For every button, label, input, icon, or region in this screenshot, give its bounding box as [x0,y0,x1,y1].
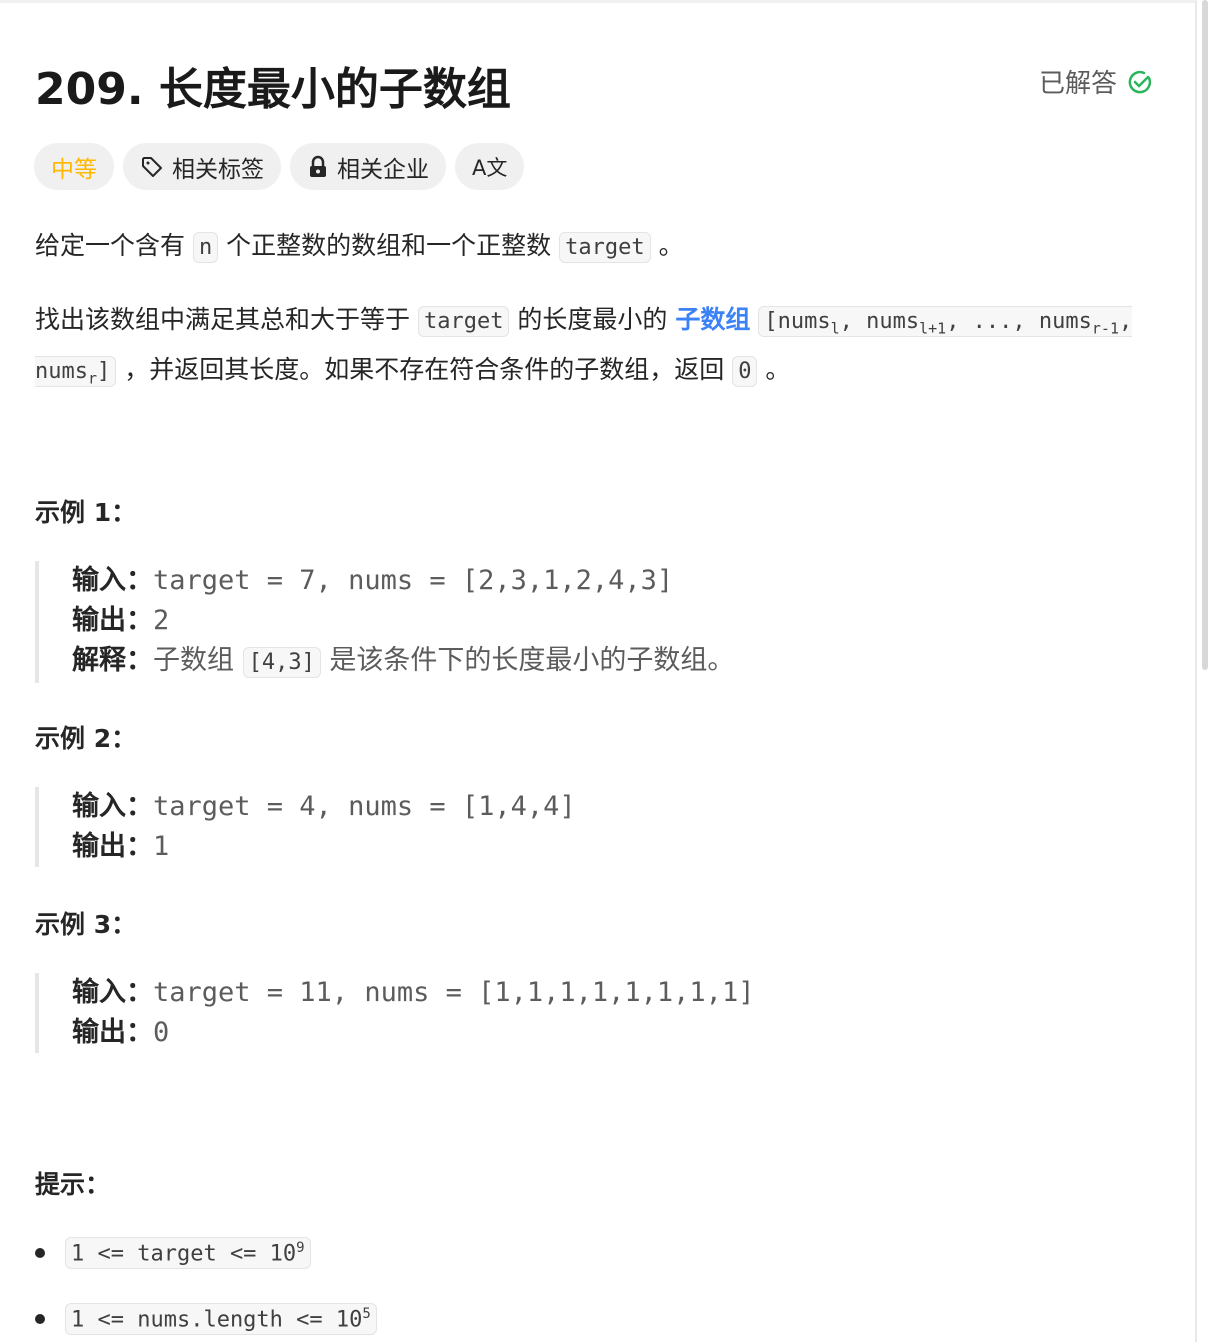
problem-description-panel: 209. 长度最小的子数组 已解答 中等 相关标签 相关企业 A文 给定一个含有… [0,0,1197,1342]
difficulty-label: 中等 [51,156,97,183]
inline-code: [4,3] [242,647,321,678]
lock-icon [310,155,326,177]
constraint-item: 1 <= nums.length <= 105 [35,1303,377,1336]
input-label: 输入： [72,565,153,596]
constraint-code: 1 <= nums.length <= 105 [65,1303,377,1336]
bullet-icon [35,1314,45,1325]
bullet-icon [35,1248,45,1259]
output-label: 输出： [72,605,153,636]
text: 的长度最小的 [517,305,668,334]
tag-icon [142,156,162,177]
text: 。 [658,231,684,260]
inline-code: target [417,306,510,337]
check-circle-icon [1128,70,1152,93]
explanation-label: 解释： [72,645,153,676]
example-2-heading: 示例 2： [35,724,137,753]
related-companies-label: 相关企业 [337,156,429,183]
example-3-block: 输入：target = 11, nums = [1,1,1,1,1,1,1,1]… [35,973,754,1053]
output-value: 2 [153,605,170,636]
input-label: 输入： [72,791,153,822]
scrollbar[interactable] [1202,0,1208,670]
description-paragraph-2: 找出该数组中满足其总和大于等于 target 的长度最小的 子数组 [numsl… [35,299,1160,400]
inline-code: n [192,232,219,263]
related-tags-button[interactable]: 相关标签 [123,143,281,190]
text: 个正整数的数组和一个正整数 [226,231,552,260]
example-1-block: 输入：target = 7, nums = [2,3,1,2,4,3] 输出：2… [35,561,734,683]
text: 是该条件下的长度最小的子数组。 [329,645,735,676]
constraint-item: 1 <= target <= 109 [35,1237,311,1270]
solved-label: 已解答 [1038,69,1117,99]
constraint-code: 1 <= target <= 109 [65,1237,311,1270]
text: 给定一个含有 [35,231,186,260]
subarray-link[interactable]: 子数组 [675,305,750,334]
input-value: target = 11, nums = [1,1,1,1,1,1,1,1] [153,977,755,1008]
translate-button[interactable]: A文 [455,143,525,190]
text: 。 [765,355,791,385]
example-2-block: 输入：target = 4, nums = [1,4,4] 输出：1 [35,787,576,867]
difficulty-badge: 中等 [34,143,114,190]
problem-title: 209. 长度最小的子数组 [35,64,511,115]
input-value: target = 4, nums = [1,4,4] [153,791,576,822]
text: ，并返回其长度。如果不存在符合条件的子数组，返回 [124,355,725,385]
related-tags-label: 相关标签 [172,156,264,183]
text: 子数组 [153,645,234,676]
example-3-heading: 示例 3： [35,910,137,939]
translate-icon: A文 [472,155,508,180]
output-value: 1 [153,831,170,862]
inline-code: target [559,232,651,263]
solved-status: 已解答 [1039,63,1153,100]
output-label: 输出： [72,831,153,862]
output-label: 输出： [72,1017,153,1048]
related-companies-button[interactable]: 相关企业 [290,143,446,190]
constraints-heading: 提示： [35,1170,111,1199]
input-value: target = 7, nums = [2,3,1,2,4,3] [153,565,674,596]
tag-bar: 中等 相关标签 相关企业 A文 [34,143,525,190]
description-paragraph-1: 给定一个含有 n 个正整数的数组和一个正整数 target 。 [35,225,1160,269]
text: 找出该数组中满足其总和大于等于 [35,305,411,334]
output-value: 0 [153,1017,170,1048]
input-label: 输入： [72,977,153,1008]
example-1-heading: 示例 1： [35,498,137,527]
inline-code: 0 [732,356,758,388]
